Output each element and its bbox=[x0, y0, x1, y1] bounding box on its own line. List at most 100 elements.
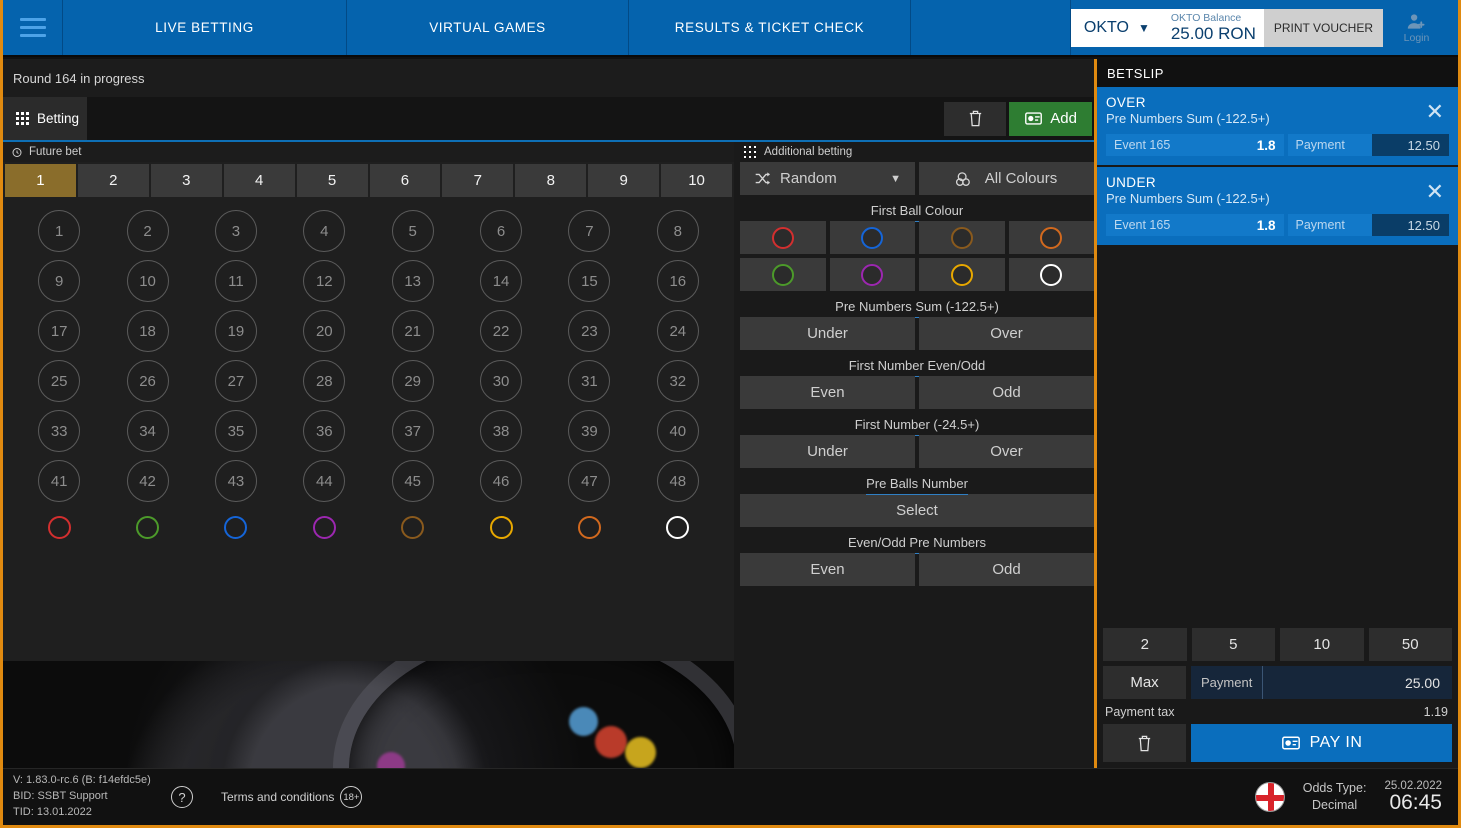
ball-25[interactable]: 25 bbox=[38, 360, 81, 402]
stake-button-2[interactable]: 2 bbox=[1103, 628, 1187, 661]
nav-results-ticket-check[interactable]: RESULTS & TICKET CHECK bbox=[629, 0, 911, 55]
pay-in-button[interactable]: PAY IN bbox=[1191, 724, 1452, 762]
round-tab-7[interactable]: 7 bbox=[442, 164, 514, 197]
colour-option-white[interactable] bbox=[1008, 258, 1094, 291]
england-flag-icon[interactable] bbox=[1254, 781, 1285, 812]
print-voucher-button[interactable]: PRINT VOUCHER bbox=[1263, 8, 1383, 47]
ball-17[interactable]: 17 bbox=[38, 310, 81, 352]
ball-14[interactable]: 14 bbox=[480, 260, 523, 302]
ball-38[interactable]: 38 bbox=[480, 410, 523, 452]
colour-option-blue[interactable] bbox=[829, 221, 915, 254]
colour-option-brown[interactable] bbox=[919, 221, 1005, 254]
ball-8[interactable]: 8 bbox=[656, 210, 699, 252]
ball-color-blue[interactable] bbox=[224, 516, 248, 539]
option-select[interactable]: Select bbox=[740, 494, 1094, 527]
stake-button-10[interactable]: 10 bbox=[1280, 628, 1364, 661]
ball-26[interactable]: 26 bbox=[126, 360, 169, 402]
ball-31[interactable]: 31 bbox=[568, 360, 611, 402]
ball-46[interactable]: 46 bbox=[480, 460, 523, 502]
terms-link[interactable]: Terms and conditions 18+ bbox=[221, 786, 363, 808]
option-even[interactable]: Even bbox=[740, 376, 915, 409]
ball-28[interactable]: 28 bbox=[303, 360, 346, 402]
round-tab-1[interactable]: 1 bbox=[5, 164, 76, 197]
option-odd[interactable]: Odd bbox=[919, 376, 1094, 409]
betslip-event[interactable]: Event 165 1.8 bbox=[1106, 214, 1284, 236]
ball-18[interactable]: 18 bbox=[126, 310, 169, 352]
ball-2[interactable]: 2 bbox=[126, 210, 169, 252]
nav-live-betting[interactable]: LIVE BETTING bbox=[63, 0, 347, 55]
ball-42[interactable]: 42 bbox=[126, 460, 169, 502]
stake-button-50[interactable]: 50 bbox=[1368, 628, 1452, 661]
ball-47[interactable]: 47 bbox=[568, 460, 611, 502]
account-select[interactable]: OKTO ▼ bbox=[1070, 8, 1163, 47]
betslip-payment[interactable]: Payment 12.50 bbox=[1287, 214, 1449, 236]
odds-type[interactable]: Odds Type: Decimal bbox=[1303, 780, 1367, 814]
option-under[interactable]: Under bbox=[740, 317, 915, 350]
ball-20[interactable]: 20 bbox=[303, 310, 346, 352]
all-colours-button[interactable]: All Colours bbox=[919, 162, 1094, 195]
help-icon[interactable]: ? bbox=[171, 786, 193, 808]
ball-11[interactable]: 11 bbox=[214, 260, 257, 302]
ball-30[interactable]: 30 bbox=[480, 360, 523, 402]
ball-5[interactable]: 5 bbox=[391, 210, 434, 252]
ball-27[interactable]: 27 bbox=[214, 360, 257, 402]
ball-6[interactable]: 6 bbox=[480, 210, 523, 252]
stake-button-5[interactable]: 5 bbox=[1191, 628, 1275, 661]
ball-41[interactable]: 41 bbox=[38, 460, 81, 502]
round-tab-5[interactable]: 5 bbox=[296, 164, 368, 197]
nav-virtual-games[interactable]: VIRTUAL GAMES bbox=[347, 0, 629, 55]
round-tab-4[interactable]: 4 bbox=[223, 164, 295, 197]
ball-36[interactable]: 36 bbox=[303, 410, 346, 452]
colour-option-yellow[interactable] bbox=[919, 258, 1005, 291]
ball-15[interactable]: 15 bbox=[568, 260, 611, 302]
ball-color-purple[interactable] bbox=[312, 516, 336, 539]
clear-betslip-button[interactable] bbox=[1103, 724, 1186, 762]
colour-option-orange[interactable] bbox=[1008, 221, 1094, 254]
colour-option-purple[interactable] bbox=[829, 258, 915, 291]
option-even[interactable]: Even bbox=[740, 553, 915, 586]
ball-39[interactable]: 39 bbox=[568, 410, 611, 452]
round-tab-10[interactable]: 10 bbox=[661, 164, 732, 197]
clear-selections-button[interactable] bbox=[944, 101, 1007, 136]
ball-9[interactable]: 9 bbox=[38, 260, 81, 302]
payment-field[interactable]: Payment 25.00 bbox=[1191, 666, 1452, 699]
ball-23[interactable]: 23 bbox=[568, 310, 611, 352]
ball-22[interactable]: 22 bbox=[480, 310, 523, 352]
option-over[interactable]: Over bbox=[919, 435, 1094, 468]
ball-12[interactable]: 12 bbox=[303, 260, 346, 302]
betslip-payment[interactable]: Payment 12.50 bbox=[1287, 134, 1449, 156]
round-tab-8[interactable]: 8 bbox=[515, 164, 587, 197]
max-stake-button[interactable]: Max bbox=[1103, 666, 1186, 699]
option-under[interactable]: Under bbox=[740, 435, 915, 468]
random-dropdown[interactable]: Random ▼ bbox=[740, 162, 915, 195]
ball-44[interactable]: 44 bbox=[303, 460, 346, 502]
ball-13[interactable]: 13 bbox=[391, 260, 434, 302]
ball-32[interactable]: 32 bbox=[656, 360, 699, 402]
colour-option-red[interactable] bbox=[740, 221, 826, 254]
tab-betting[interactable]: Betting bbox=[3, 97, 87, 140]
round-tab-2[interactable]: 2 bbox=[77, 164, 149, 197]
ball-3[interactable]: 3 bbox=[214, 210, 257, 252]
ball-40[interactable]: 40 bbox=[656, 410, 699, 452]
ball-10[interactable]: 10 bbox=[126, 260, 169, 302]
ball-45[interactable]: 45 bbox=[391, 460, 434, 502]
ball-7[interactable]: 7 bbox=[568, 210, 611, 252]
hamburger-icon[interactable] bbox=[3, 0, 63, 55]
ball-24[interactable]: 24 bbox=[656, 310, 699, 352]
ball-21[interactable]: 21 bbox=[391, 310, 434, 352]
ball-35[interactable]: 35 bbox=[214, 410, 257, 452]
round-tab-9[interactable]: 9 bbox=[588, 164, 660, 197]
ball-color-red[interactable] bbox=[47, 516, 71, 539]
option-over[interactable]: Over bbox=[919, 317, 1094, 350]
ball-color-yellow[interactable] bbox=[489, 516, 513, 539]
ball-48[interactable]: 48 bbox=[656, 460, 699, 502]
round-tab-6[interactable]: 6 bbox=[369, 164, 441, 197]
ball-color-brown[interactable] bbox=[401, 516, 425, 539]
ball-34[interactable]: 34 bbox=[126, 410, 169, 452]
ball-29[interactable]: 29 bbox=[391, 360, 434, 402]
ball-19[interactable]: 19 bbox=[214, 310, 257, 352]
close-icon[interactable]: ✕ bbox=[1426, 101, 1444, 123]
option-odd[interactable]: Odd bbox=[919, 553, 1094, 586]
colour-option-green[interactable] bbox=[740, 258, 826, 291]
close-icon[interactable]: ✕ bbox=[1426, 181, 1444, 203]
